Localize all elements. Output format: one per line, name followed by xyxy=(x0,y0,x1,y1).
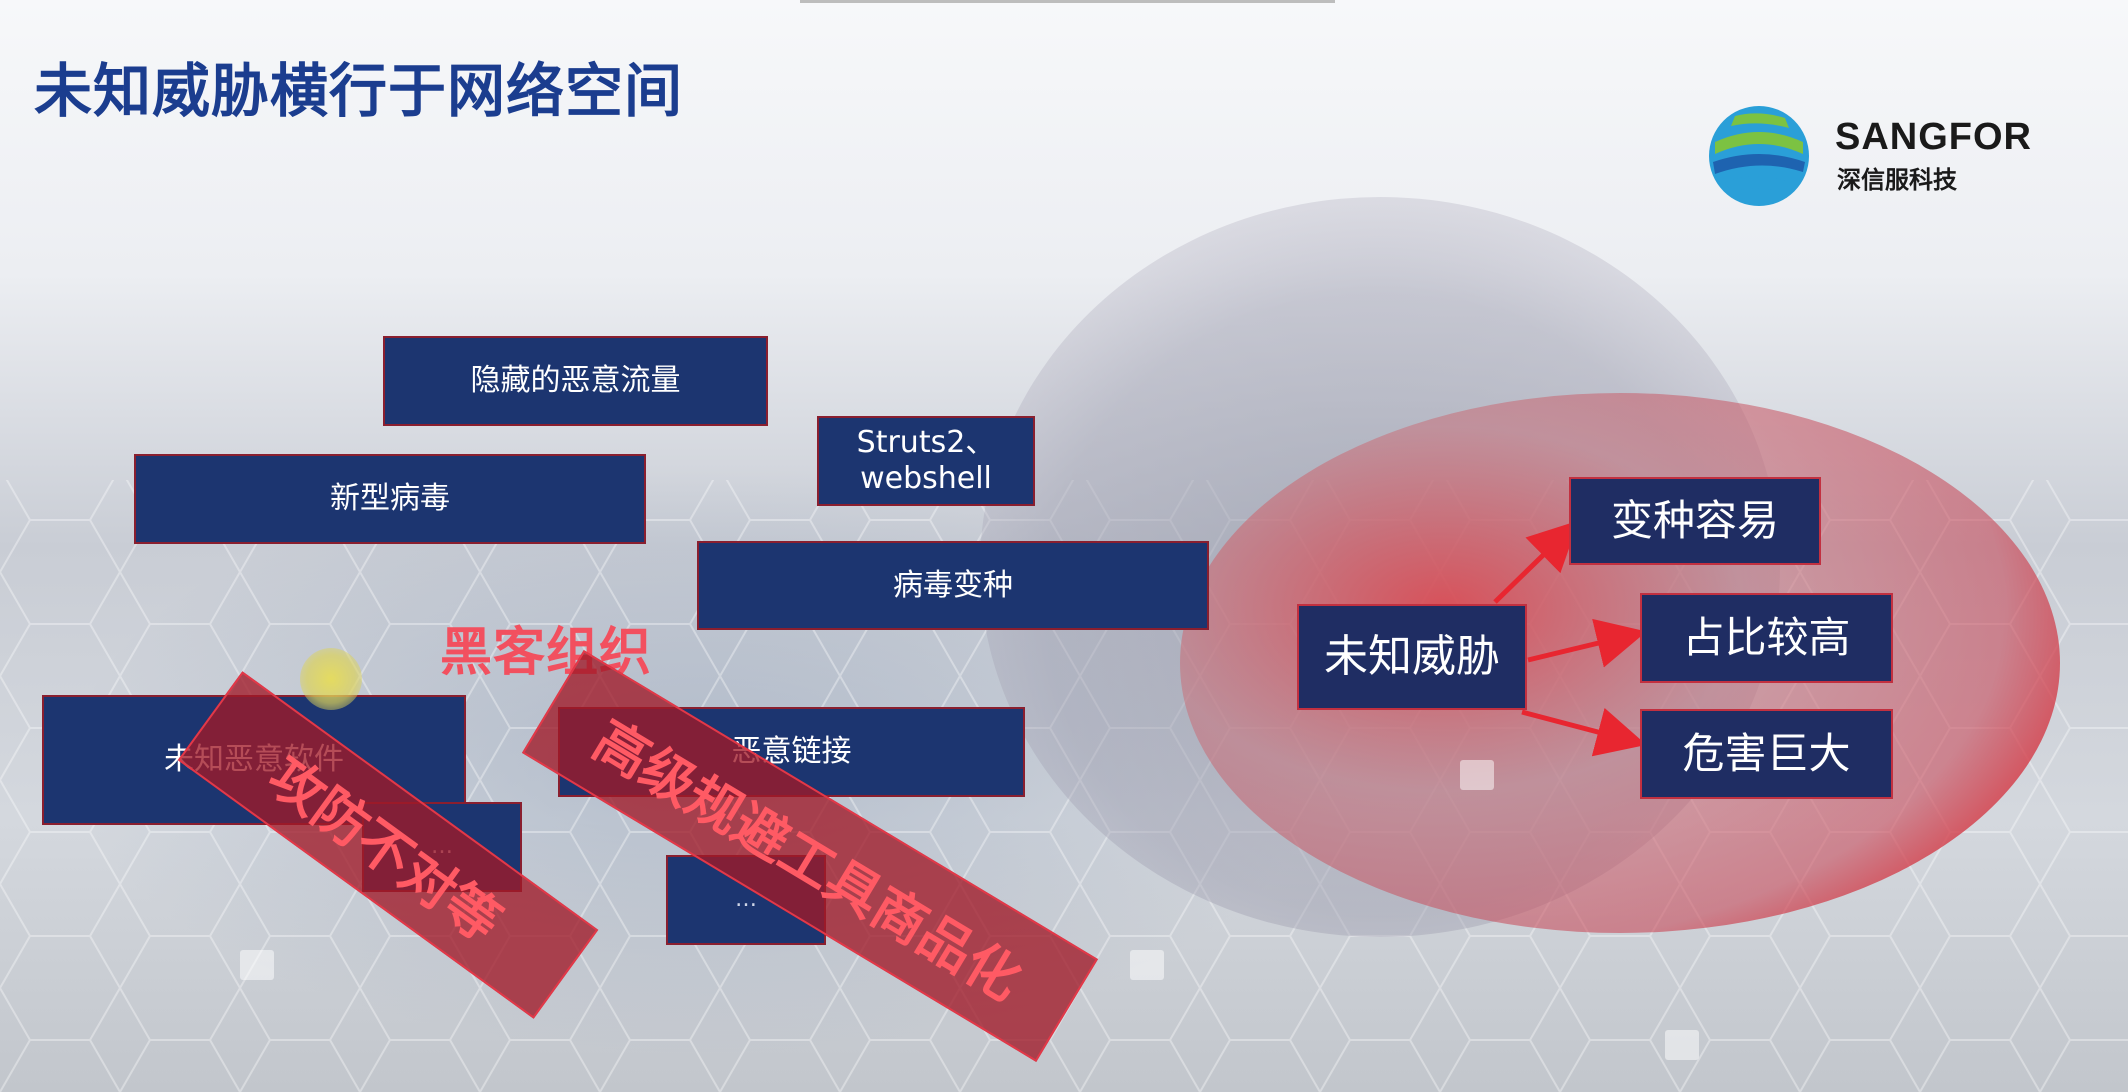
sangfor-globe-logo-icon xyxy=(1709,106,1809,206)
cursor-highlight xyxy=(300,648,362,710)
threat-box-virus-variant: 病毒变种 xyxy=(697,541,1209,630)
trait-high-ratio: 占比较高 xyxy=(1640,593,1893,683)
lock-icon xyxy=(1665,1030,1699,1060)
lock-icon xyxy=(1130,950,1164,980)
logo-subtitle: 深信服科技 xyxy=(1837,166,1957,194)
unknown-threat-center: 未知威胁 xyxy=(1297,604,1527,710)
trait-great-harm: 危害巨大 xyxy=(1640,709,1893,799)
lock-icon xyxy=(240,950,274,980)
logo-name: SANGFOR xyxy=(1835,116,2032,158)
threat-box-new-virus: 新型病毒 xyxy=(134,454,646,544)
lock-icon xyxy=(1460,760,1494,790)
threat-box-struts2: Struts2、 webshell xyxy=(817,416,1035,506)
slide: 未知威胁横行于网络空间 SANGFOR 深信服科技 隐藏的恶意流量 Struts… xyxy=(0,0,2128,1092)
trait-variant-easy: 变种容易 xyxy=(1569,477,1821,565)
threat-box-hidden-traffic: 隐藏的恶意流量 xyxy=(383,336,768,426)
slide-title: 未知威胁横行于网络空间 xyxy=(34,57,684,125)
top-divider xyxy=(800,0,1335,3)
